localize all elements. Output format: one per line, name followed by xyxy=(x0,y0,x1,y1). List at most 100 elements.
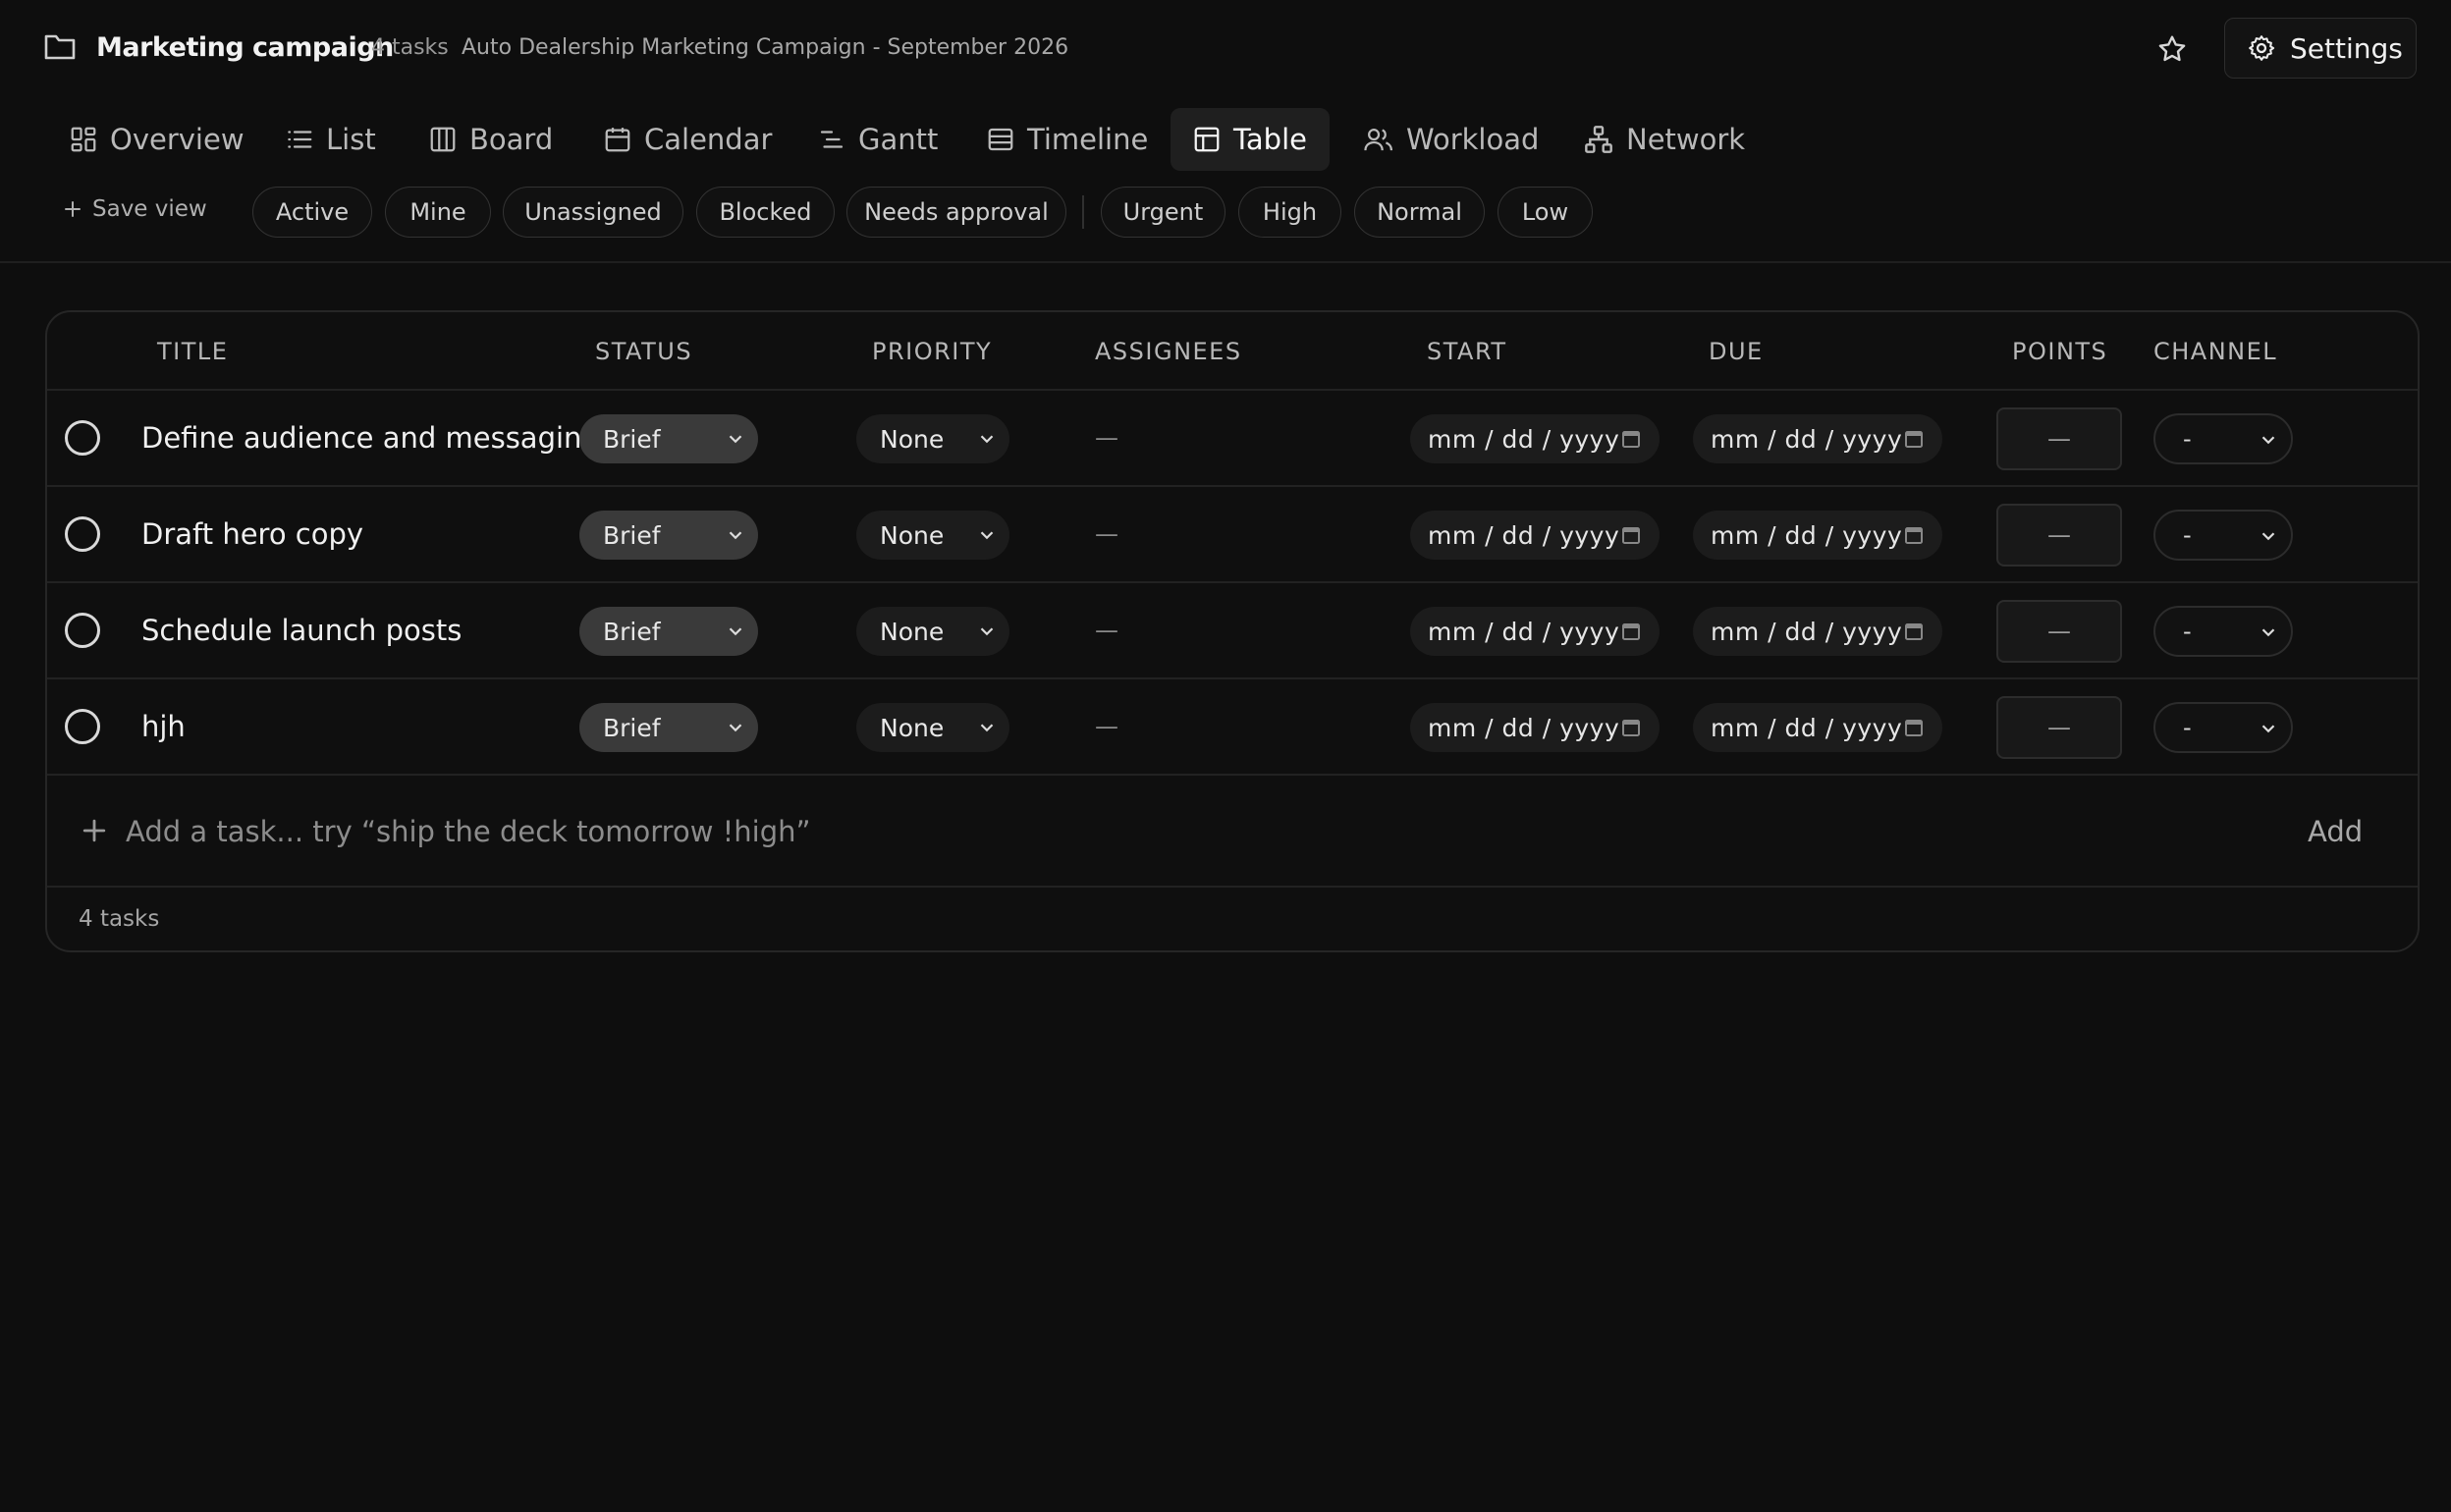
status-value: Brief xyxy=(603,520,661,550)
filter-chip-unassigned[interactable]: Unassigned xyxy=(503,187,683,238)
task-title[interactable]: hjh xyxy=(141,710,186,743)
channel-value: - xyxy=(2183,521,2192,549)
points-input[interactable]: — xyxy=(1996,696,2122,759)
filter-chip-low[interactable]: Low xyxy=(1498,187,1593,238)
start-date-input[interactable]: mm / dd / yyyy xyxy=(1410,607,1660,656)
add-task-button[interactable]: Add xyxy=(2308,815,2363,848)
tab-label: Gantt xyxy=(858,123,939,156)
list-icon xyxy=(288,131,312,148)
tab-table[interactable]: Table xyxy=(1171,108,1330,171)
status-select[interactable]: Brief xyxy=(579,607,758,656)
filter-chip-normal[interactable]: Normal xyxy=(1354,187,1485,238)
tab-list[interactable]: List xyxy=(263,108,398,171)
column-header-due[interactable]: DUE xyxy=(1709,338,1764,365)
status-select[interactable]: Brief xyxy=(579,414,758,463)
channel-select[interactable]: - xyxy=(2153,510,2293,561)
due-date-value: mm / dd / yyyy xyxy=(1711,713,1903,742)
complete-task-checkbox[interactable] xyxy=(65,420,100,456)
chevron-down-icon xyxy=(729,724,742,732)
tab-timeline[interactable]: Timeline xyxy=(964,108,1170,171)
assignees-cell[interactable]: — xyxy=(1095,520,1118,548)
chevron-down-icon xyxy=(729,435,742,444)
calendar-icon xyxy=(1905,623,1923,640)
channel-select[interactable]: - xyxy=(2153,413,2293,464)
tab-label: Workload xyxy=(1406,123,1540,156)
priority-select[interactable]: None xyxy=(856,607,1009,656)
tab-label: Board xyxy=(469,123,554,156)
channel-select[interactable]: - xyxy=(2153,702,2293,753)
tab-overview[interactable]: Overview xyxy=(47,108,266,171)
start-date-value: mm / dd / yyyy xyxy=(1428,424,1620,454)
save-view-label: Save view xyxy=(92,196,207,222)
points-input[interactable]: — xyxy=(1996,407,2122,470)
tab-calendar[interactable]: Calendar xyxy=(581,108,793,171)
calendar-icon xyxy=(1905,720,1923,736)
priority-value: None xyxy=(880,617,945,646)
chevron-down-icon xyxy=(729,531,742,540)
column-header-assignees[interactable]: ASSIGNEES xyxy=(1095,338,1242,365)
task-title[interactable]: Define audience and messaging xyxy=(141,421,600,455)
due-date-input[interactable]: mm / dd / yyyy xyxy=(1693,703,1942,752)
complete-task-checkbox[interactable] xyxy=(65,516,100,552)
start-date-input[interactable]: mm / dd / yyyy xyxy=(1410,703,1660,752)
calendar-icon xyxy=(1622,431,1640,448)
assignees-cell[interactable]: — xyxy=(1095,424,1118,452)
start-date-value: mm / dd / yyyy xyxy=(1428,713,1620,742)
due-date-input[interactable]: mm / dd / yyyy xyxy=(1693,511,1942,560)
gear-icon xyxy=(2249,35,2275,61)
status-select[interactable]: Brief xyxy=(579,703,758,752)
tab-board[interactable]: Board xyxy=(407,108,574,171)
priority-select[interactable]: None xyxy=(856,703,1009,752)
chevron-down-icon xyxy=(980,724,994,732)
settings-button[interactable]: Settings xyxy=(2224,18,2417,79)
filter-chip-needs-approval[interactable]: Needs approval xyxy=(846,187,1066,238)
tab-label: Table xyxy=(1233,123,1307,156)
task-title[interactable]: Draft hero copy xyxy=(141,517,363,551)
start-date-value: mm / dd / yyyy xyxy=(1428,617,1620,646)
filter-divider xyxy=(1082,195,1084,229)
column-header-points[interactable]: POINTS xyxy=(2012,338,2107,365)
complete-task-checkbox[interactable] xyxy=(65,613,100,648)
calendar-icon xyxy=(1622,527,1640,544)
tab-network[interactable]: Network xyxy=(1561,108,1767,171)
assignees-cell[interactable]: — xyxy=(1095,617,1118,644)
filter-chip-active[interactable]: Active xyxy=(252,187,372,238)
status-value: Brief xyxy=(603,424,661,454)
add-task-input[interactable]: Add a task... try “ship the deck tomorro… xyxy=(126,815,811,848)
priority-value: None xyxy=(880,424,945,454)
status-select[interactable]: Brief xyxy=(579,511,758,560)
favorite-button[interactable] xyxy=(2152,29,2192,69)
column-header-title[interactable]: TITLE xyxy=(157,338,228,365)
column-header-channel[interactable]: CHANNEL xyxy=(2153,338,2277,365)
due-date-input[interactable]: mm / dd / yyyy xyxy=(1693,607,1942,656)
row-divider xyxy=(47,581,2418,583)
points-input[interactable]: — xyxy=(1996,504,2122,567)
save-view-button[interactable]: Save view xyxy=(63,196,207,222)
chevron-down-icon xyxy=(2261,725,2275,733)
filter-chip-mine[interactable]: Mine xyxy=(385,187,491,238)
points-input[interactable]: — xyxy=(1996,600,2122,663)
filter-chip-high[interactable]: High xyxy=(1238,187,1341,238)
network-icon xyxy=(1585,126,1612,153)
start-date-input[interactable]: mm / dd / yyyy xyxy=(1410,511,1660,560)
channel-select[interactable]: - xyxy=(2153,606,2293,657)
column-header-status[interactable]: STATUS xyxy=(595,338,692,365)
filter-chip-urgent[interactable]: Urgent xyxy=(1101,187,1226,238)
column-header-start[interactable]: START xyxy=(1427,338,1507,365)
column-header-priority[interactable]: PRIORITY xyxy=(872,338,992,365)
start-date-input[interactable]: mm / dd / yyyy xyxy=(1410,414,1660,463)
priority-select[interactable]: None xyxy=(856,511,1009,560)
task-title[interactable]: Schedule launch posts xyxy=(141,614,462,647)
assignees-cell[interactable]: — xyxy=(1095,713,1118,740)
tab-gantt[interactable]: Gantt xyxy=(795,108,959,171)
table-footer-count: 4 tasks xyxy=(79,906,160,932)
channel-value: - xyxy=(2183,425,2192,453)
priority-select[interactable]: None xyxy=(856,414,1009,463)
tab-label: Overview xyxy=(110,123,245,156)
complete-task-checkbox[interactable] xyxy=(65,709,100,744)
chevron-down-icon xyxy=(980,435,994,444)
due-date-input[interactable]: mm / dd / yyyy xyxy=(1693,414,1942,463)
chevron-down-icon xyxy=(980,531,994,540)
tab-workload[interactable]: Workload xyxy=(1341,108,1560,171)
filter-chip-blocked[interactable]: Blocked xyxy=(696,187,835,238)
